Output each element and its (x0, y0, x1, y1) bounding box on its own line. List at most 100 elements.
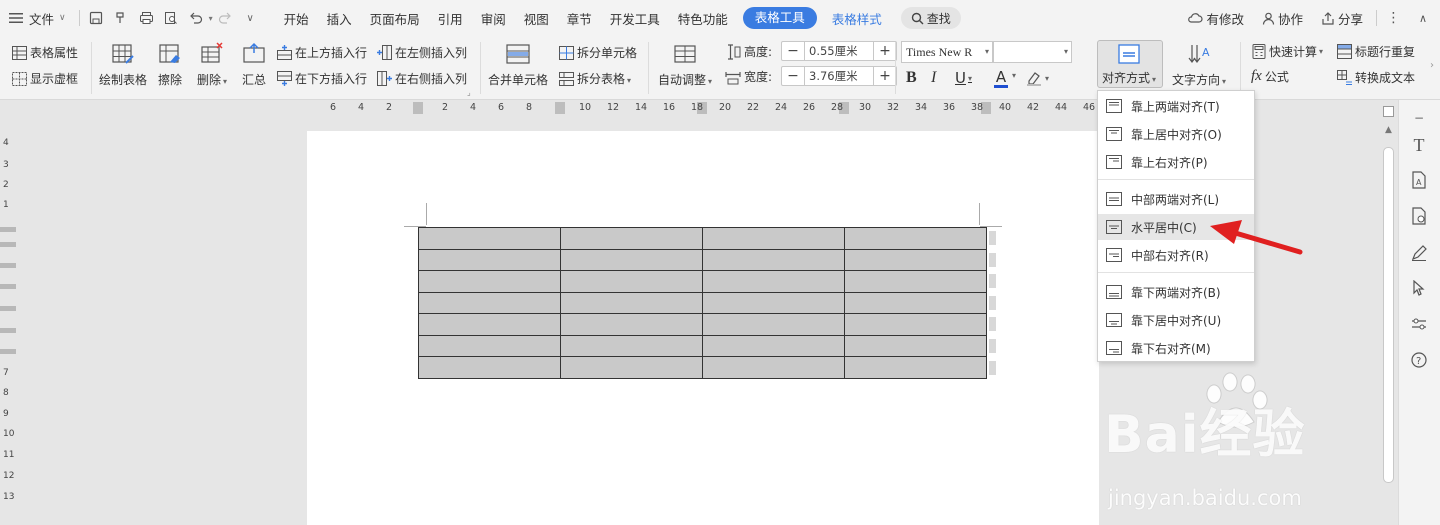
ruler-column-marker[interactable] (555, 102, 565, 114)
row-height-increase-button[interactable]: + (874, 42, 896, 60)
table-cell[interactable] (560, 291, 703, 314)
ruler-column-marker[interactable] (413, 102, 423, 114)
table-cell[interactable] (702, 356, 845, 379)
table-cell[interactable] (844, 270, 987, 293)
table-cell[interactable] (560, 270, 703, 293)
table-cell[interactable] (418, 227, 561, 250)
help-icon[interactable]: ? (1409, 350, 1429, 370)
bold-button[interactable]: B (906, 69, 917, 87)
row-resize-handle[interactable] (989, 360, 996, 375)
print-icon[interactable] (134, 0, 159, 36)
cursor-select-icon[interactable] (1409, 278, 1429, 298)
align-bottom-right-item[interactable]: 靠下右对齐(M) (1098, 335, 1254, 361)
split-cells-button[interactable]: 拆分单元格 (559, 44, 637, 61)
adjust-sliders-icon[interactable] (1409, 314, 1429, 334)
row-resize-handle[interactable] (989, 252, 996, 267)
document-format-icon[interactable]: A (1409, 170, 1429, 190)
erase-button[interactable]: 擦除 (158, 42, 182, 88)
tab-chapter[interactable]: 章节 (558, 0, 601, 36)
insert-column-left-button[interactable]: 在左侧插入列 (377, 44, 467, 61)
insert-row-above-button[interactable]: 在上方插入行 (277, 44, 367, 61)
text-direction-button[interactable]: A 文字方向 ▾ (1172, 42, 1226, 88)
tab-references[interactable]: 引用 (429, 0, 472, 36)
draw-table-button[interactable]: 绘制表格 (99, 42, 147, 88)
align-middle-justify-item[interactable]: 中部两端对齐(L) (1098, 186, 1254, 212)
vertical-ruler[interactable]: 4 3 2 1 7 8 9 10 11 12 13 (0, 116, 16, 525)
split-table-button[interactable]: 拆分表格 ▾ (559, 70, 631, 87)
tab-home[interactable]: 开始 (275, 0, 318, 36)
changes-button[interactable]: 有修改 (1178, 0, 1253, 36)
text-style-icon[interactable]: T (1409, 135, 1429, 155)
convert-to-text-button[interactable]: 转换成文本 (1337, 69, 1415, 86)
table-cell[interactable] (560, 334, 703, 357)
row-resize-handle[interactable] (989, 295, 996, 310)
tab-review[interactable]: 审阅 (472, 0, 515, 36)
table-cell[interactable] (702, 291, 845, 314)
table-cell[interactable] (418, 270, 561, 293)
table-cell[interactable] (702, 248, 845, 271)
table-cell[interactable] (418, 356, 561, 379)
tab-insert[interactable]: 插入 (318, 0, 361, 36)
column-width-input[interactable]: 3.76厘米 (804, 67, 874, 85)
document-table[interactable] (418, 227, 987, 379)
italic-button[interactable]: I (931, 69, 936, 87)
tab-table-style[interactable]: 表格样式 (823, 0, 891, 36)
more-options-icon[interactable]: ⋮ (1381, 0, 1406, 36)
table-cell[interactable] (844, 291, 987, 314)
repeat-header-row-button[interactable]: 标题行重复 (1337, 43, 1415, 60)
table-cell[interactable] (702, 270, 845, 293)
summary-button[interactable]: 汇总 (242, 42, 266, 88)
collab-button[interactable]: 协作 (1253, 0, 1312, 36)
table-properties-button[interactable]: 表格属性 (12, 44, 78, 61)
insert-column-right-button[interactable]: 在右侧插入列 (377, 70, 467, 87)
format-painter-icon[interactable] (109, 0, 134, 36)
row-height-decrease-button[interactable]: − (782, 42, 804, 60)
font-name-select[interactable]: Times New R ▾ (901, 41, 993, 63)
tab-page-layout[interactable]: 页面布局 (361, 0, 429, 36)
ribbon-scroll-right-icon[interactable]: › (1430, 60, 1434, 71)
autofit-button[interactable]: 自动调整 ▾ (658, 42, 712, 88)
row-resize-handle[interactable] (989, 317, 996, 332)
table-cell[interactable] (702, 227, 845, 250)
row-height-input[interactable]: 0.55厘米 (804, 42, 874, 60)
align-bottom-justify-item[interactable]: 靠下两端对齐(B) (1098, 279, 1254, 305)
align-top-right-item[interactable]: 靠上右对齐(P) (1098, 149, 1254, 175)
font-color-dropdown-icon[interactable]: ▾ (1010, 71, 1016, 80)
show-gridlines-button[interactable]: 显示虚框 (12, 70, 78, 87)
underline-button[interactable]: U ▾ (955, 69, 972, 87)
table-cell[interactable] (418, 334, 561, 357)
scroll-options-icon[interactable] (1383, 106, 1394, 117)
formula-button[interactable]: fx 公式 (1251, 68, 1289, 85)
rows-columns-dialog-launcher-icon[interactable]: ⌟ (467, 88, 471, 97)
customize-toolbar-icon[interactable]: ∨ (238, 0, 263, 36)
collapse-ribbon-icon[interactable]: ∧ (1406, 0, 1440, 36)
table-cell[interactable] (418, 313, 561, 336)
column-width-decrease-button[interactable]: − (782, 67, 804, 85)
align-bottom-center-item[interactable]: 靠下居中对齐(U) (1098, 307, 1254, 333)
tab-special-features[interactable]: 特色功能 (669, 0, 737, 36)
quick-calc-button[interactable]: 快速计算 ▾ (1252, 43, 1323, 60)
table-cell[interactable] (560, 313, 703, 336)
search-button[interactable]: 查找 (900, 7, 961, 29)
tab-table-tools[interactable]: 表格工具 (742, 7, 817, 29)
table-cell[interactable] (844, 313, 987, 336)
table-cell[interactable] (418, 291, 561, 314)
table-cell[interactable] (844, 356, 987, 379)
share-button[interactable]: 分享 (1312, 0, 1372, 36)
print-preview-icon[interactable] (159, 0, 184, 36)
font-color-button[interactable]: A (994, 68, 1008, 88)
tab-view[interactable]: 视图 (515, 0, 558, 36)
table-cell[interactable] (560, 356, 703, 379)
undo-icon[interactable] (184, 0, 209, 36)
row-resize-handle[interactable] (989, 339, 996, 353)
merge-cells-button[interactable]: 合并单元格 (488, 42, 548, 88)
row-resize-handle[interactable] (989, 274, 996, 289)
table-cell[interactable] (844, 334, 987, 357)
table-cell[interactable] (844, 248, 987, 271)
column-width-increase-button[interactable]: + (874, 67, 896, 85)
insert-row-below-button[interactable]: 在下方插入行 (277, 70, 367, 87)
table-cell[interactable] (560, 227, 703, 250)
table-cell[interactable] (702, 334, 845, 357)
pen-edit-icon[interactable] (1409, 243, 1429, 263)
highlight-button[interactable]: ▾ (1026, 70, 1049, 86)
